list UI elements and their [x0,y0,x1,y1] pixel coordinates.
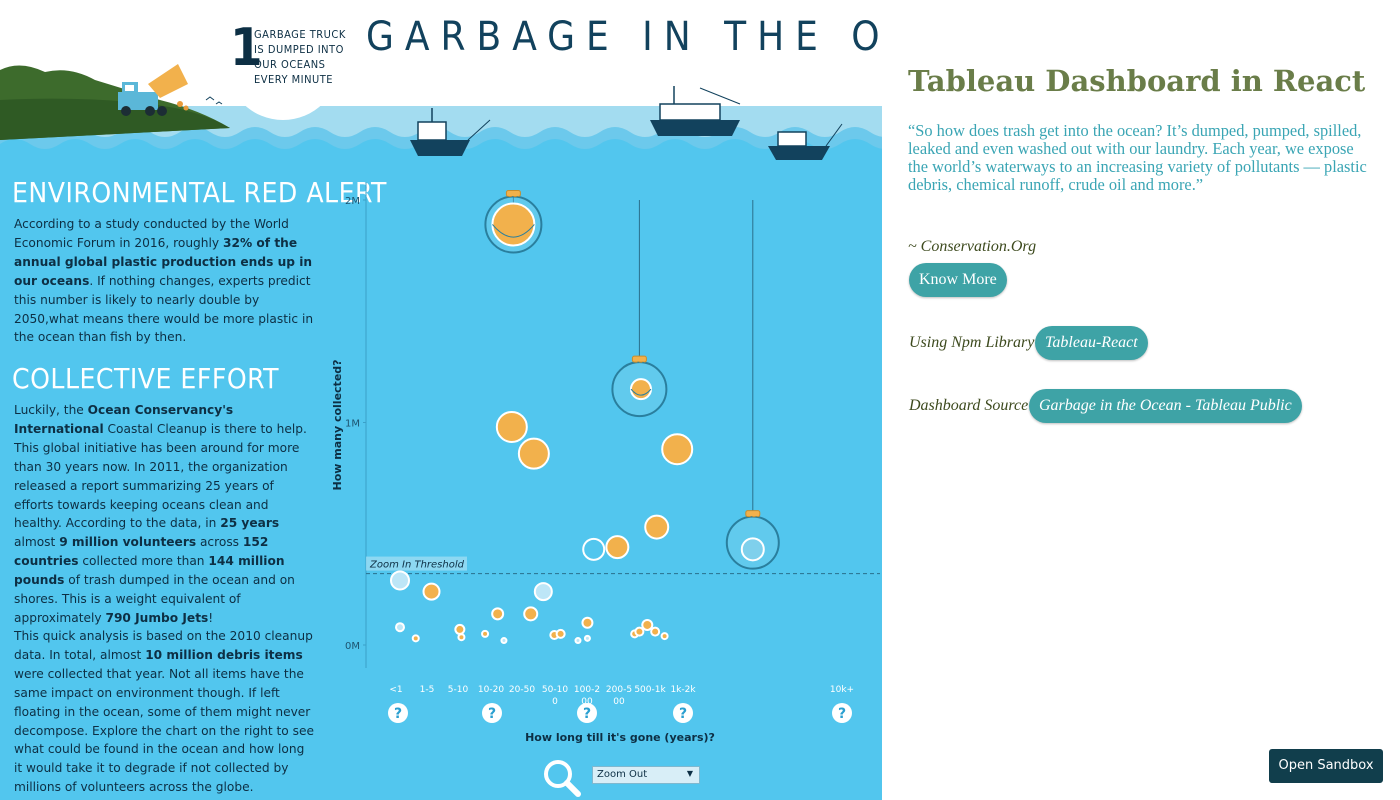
page-title: Tableau Dashboard in React [908,64,1366,98]
x-tick-label: <1 [389,685,402,695]
data-point [491,202,536,247]
data-point [454,623,466,635]
tableau-react-link[interactable]: Tableau-React [1035,326,1148,360]
data-point [581,616,594,629]
data-point [481,629,490,638]
x-tick-label: 5-10 [448,685,469,695]
data-point [644,514,670,540]
net-hoop [505,189,521,197]
magnifier-icon[interactable] [540,756,582,798]
data-point [634,626,645,637]
zoom-select[interactable]: Zoom Out ▼ [592,766,700,784]
x-tick-label: 10k+ [830,685,854,695]
x-tick-label: 00 [613,697,625,707]
data-point [583,634,591,642]
quote-text: “So how does trash get into the ocean? I… [908,121,1367,194]
data-point [641,618,654,631]
x-tick-label: 20-50 [509,685,535,695]
y-tick-label: 1M [345,419,360,430]
zoom-select-value: Zoom Out [597,769,648,780]
data-point [517,437,550,470]
data-point [605,535,630,560]
help-icon-glyph: ? [488,706,496,722]
data-point [495,410,528,443]
x-tick-label: 1-5 [420,685,435,695]
know-more-button[interactable]: Know More [909,263,1007,297]
data-point [523,606,539,622]
data-point [411,634,420,643]
quote-source: ~ Conservation.Org [908,238,1037,255]
tableau-public-link[interactable]: Garbage in the Ocean - Tableau Public [1029,389,1302,423]
help-icon-glyph: ? [394,706,402,722]
x-tick-label: 100-2 [574,685,600,695]
x-tick-label: 500-1k [634,685,666,695]
data-point [650,626,661,637]
x-tick-label: 200-5 [606,685,632,695]
data-point [533,582,553,602]
tableau-dashboard: GARBAGE IN THE OCEAN 1 GARBAGE TRUCK IS … [0,0,882,800]
data-point [457,633,466,642]
chevron-down-icon: ▼ [686,769,693,778]
x-tick-label: 10-20 [478,685,504,695]
data-point [491,607,505,621]
data-point [629,378,652,401]
help-icon-glyph: ? [838,706,846,722]
help-icon-glyph: ? [583,706,591,722]
data-point [390,570,410,591]
zoom-threshold-label: Zoom In Threshold [369,560,465,571]
x-tick-label: 0 [552,697,558,707]
x-tick-label: 50-10 [542,685,568,695]
y-tick-label: 0M [345,641,360,652]
net-hoop [631,355,647,363]
dashboard-source-label: Dashboard Source [909,397,1029,414]
data-point [660,632,669,641]
npm-library-label: Using Npm Library [909,334,1035,351]
data-point [574,637,582,645]
data-point [740,537,765,562]
x-axis-label: How long till it's gone (years)? [525,731,715,744]
data-point [661,433,694,466]
data-point [422,582,441,601]
open-sandbox-button[interactable]: Open Sandbox [1269,749,1383,783]
data-point [555,628,566,639]
y-tick-label: 2M [345,196,360,207]
bubble-chart: 2M 1M 0M How many collected? Zoom In Thresho… [331,182,880,744]
net-hoop [745,510,761,518]
x-tick-label: 1k-2k [670,685,696,695]
data-point [395,622,405,633]
data-point [500,637,508,645]
help-icon-glyph: ? [679,706,687,722]
data-point [582,537,606,561]
y-axis-label: How many collected? [331,359,344,490]
